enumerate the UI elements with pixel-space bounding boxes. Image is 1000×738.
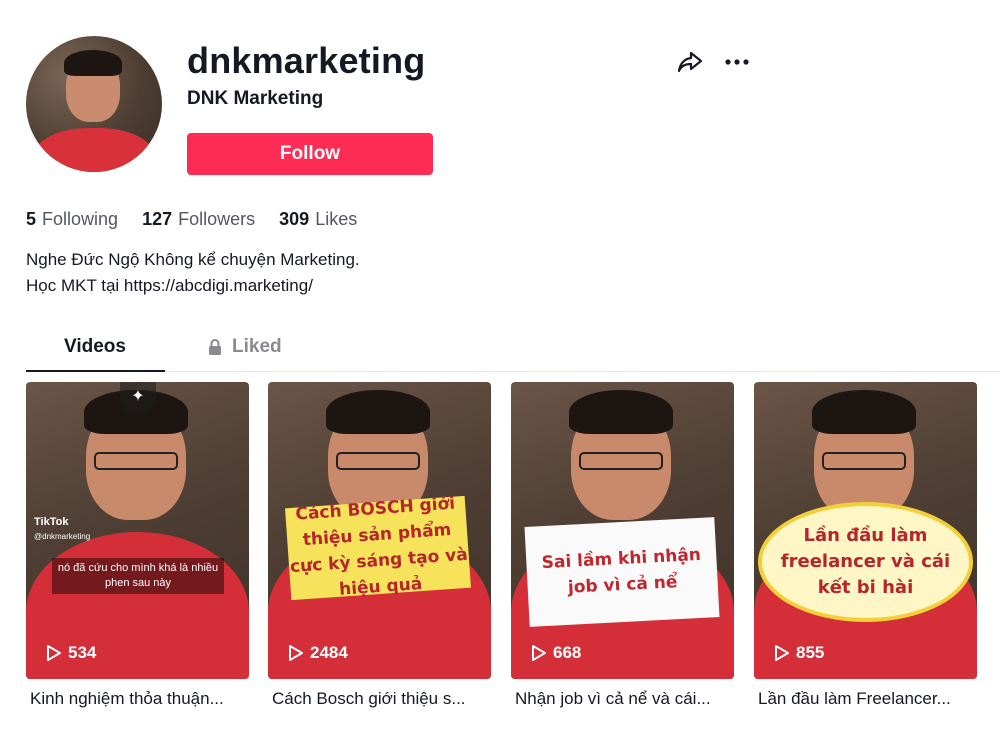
- play-icon: [47, 645, 61, 661]
- video-thumbnail-hair: [326, 390, 430, 434]
- avatar-shirt: [34, 128, 154, 172]
- video-overlay-text: Sai lầm khi nhận job vì cả nể: [524, 517, 720, 627]
- likes-label: Likes: [315, 209, 358, 229]
- video-title-1[interactable]: Kinh nghiệm thỏa thuận...: [30, 689, 253, 709]
- tiktok-handle: @dnkmarketing: [34, 532, 91, 541]
- video-thumbnail-glasses: [579, 452, 663, 470]
- view-count: 668: [531, 643, 581, 663]
- view-count-value: 534: [68, 643, 97, 662]
- stat-following[interactable]: 5 Following: [26, 209, 118, 230]
- tiktok-watermark: TikTok: [34, 516, 69, 528]
- video-card-2[interactable]: Cách BOSCH giới thiệu sản phẩm cực kỳ sá…: [268, 382, 491, 679]
- tab-videos[interactable]: Videos: [64, 336, 126, 358]
- view-count: 2484: [288, 643, 348, 663]
- tab-liked[interactable]: Liked: [206, 336, 282, 358]
- tab-liked-label: Liked: [232, 336, 282, 357]
- play-icon: [289, 645, 303, 661]
- video-thumbnail-glasses: [94, 452, 178, 470]
- view-count: 855: [774, 643, 824, 663]
- video-card-4[interactable]: Lần đầu làm freelancer và cái kết bi hài…: [754, 382, 977, 679]
- view-count-value: 2484: [310, 643, 348, 662]
- view-count-value: 855: [796, 643, 825, 662]
- profile-stats: 5 Following 127 Followers 309 Likes: [26, 209, 357, 230]
- likes-count: 309: [279, 209, 310, 229]
- bio: Nghe Đức Ngộ Không kể chuyện Marketing. …: [26, 247, 360, 299]
- video-title-4[interactable]: Lần đầu làm Freelancer...: [758, 689, 977, 709]
- video-title-2[interactable]: Cách Bosch giới thiệu s...: [272, 689, 495, 709]
- video-overlay-text: Lần đầu làm freelancer và cái kết bi hài: [758, 502, 973, 622]
- play-icon: [775, 645, 789, 661]
- sparkle-icon: ✦: [120, 382, 156, 414]
- share-icon[interactable]: [676, 48, 704, 76]
- video-overlay-text: Cách BOSCH giới thiệu sản phẩm cực kỳ sá…: [285, 494, 471, 601]
- tab-active-underline: [26, 370, 165, 372]
- profile-tabs: Videos Liked: [26, 332, 1000, 372]
- video-card-3[interactable]: Sai lầm khi nhận job vì cả nể 668: [511, 382, 734, 679]
- following-count: 5: [26, 209, 37, 229]
- video-thumbnail-hair: [812, 390, 916, 434]
- avatar-hair: [64, 50, 122, 76]
- video-thumbnail-glasses: [336, 452, 420, 470]
- avatar[interactable]: [26, 36, 162, 172]
- video-title-3[interactable]: Nhận job vì cả nể và cái...: [515, 689, 738, 709]
- view-count: 534: [46, 643, 96, 663]
- video-subtitle: nó đã cứu cho mình khá là nhiều phen sau…: [52, 558, 224, 594]
- lock-icon: [209, 339, 221, 355]
- bio-line-1: Nghe Đức Ngộ Không kể chuyện Marketing.: [26, 250, 360, 269]
- following-label: Following: [42, 209, 119, 229]
- bio-line-2[interactable]: Học MKT tại https://abcdigi.marketing/: [26, 273, 360, 299]
- followers-label: Followers: [178, 209, 256, 229]
- follow-button[interactable]: Follow: [187, 133, 433, 175]
- play-icon: [532, 645, 546, 661]
- video-card-1[interactable]: ✦ TikTok @dnkmarketing nó đã cứu cho mìn…: [26, 382, 249, 679]
- view-count-value: 668: [553, 643, 582, 662]
- username: dnkmarketing: [187, 40, 426, 81]
- display-name: DNK Marketing: [187, 88, 324, 109]
- stat-likes: 309 Likes: [279, 209, 357, 230]
- more-icon[interactable]: [722, 50, 752, 74]
- stat-followers[interactable]: 127 Followers: [142, 209, 255, 230]
- video-thumbnail-hair: [569, 390, 673, 434]
- video-thumbnail-glasses: [822, 452, 906, 470]
- followers-count: 127: [142, 209, 173, 229]
